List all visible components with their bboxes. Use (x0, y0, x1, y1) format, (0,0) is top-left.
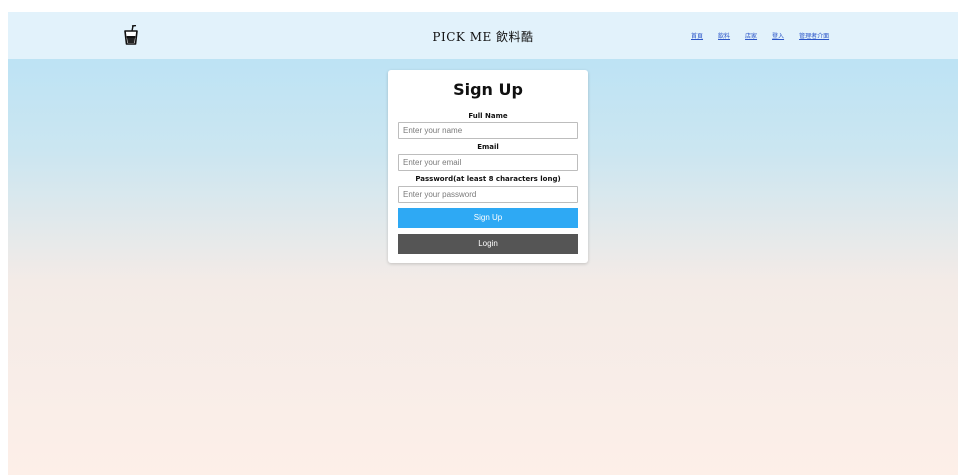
email-input[interactable] (398, 154, 578, 171)
drink-cup-icon[interactable] (123, 25, 139, 45)
nav-link-admin[interactable]: 管理者介面 (799, 31, 829, 40)
nav-link-home[interactable]: 首頁 (691, 31, 703, 40)
password-input[interactable] (398, 186, 578, 203)
login-button[interactable]: Login (398, 234, 578, 254)
password-label: Password(at least 8 characters long) (415, 175, 561, 183)
signup-card: Sign Up Full Name Email Password(at leas… (388, 70, 588, 263)
form-title: Sign Up (453, 80, 523, 99)
full-name-label: Full Name (468, 112, 508, 120)
full-name-input[interactable] (398, 122, 578, 139)
nav-link-drinks[interactable]: 飲料 (718, 31, 730, 40)
signup-button[interactable]: Sign Up (398, 208, 578, 228)
nav-links: 首頁 飲料 店家 登入 管理者介面 (691, 31, 829, 40)
nav-link-stores[interactable]: 店家 (745, 31, 757, 40)
navbar: PICK ME 飲料酷 首頁 飲料 店家 登入 管理者介面 (8, 12, 958, 59)
page-background: PICK ME 飲料酷 首頁 飲料 店家 登入 管理者介面 Sign Up Fu… (8, 12, 958, 475)
nav-link-login[interactable]: 登入 (772, 31, 784, 40)
email-label: Email (477, 143, 499, 151)
